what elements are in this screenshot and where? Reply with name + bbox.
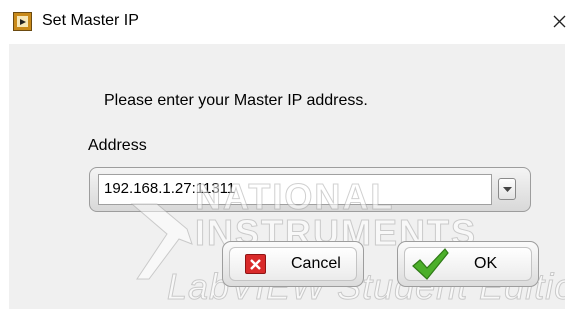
prompt-text: Please enter your Master IP address. (104, 92, 368, 109)
cancel-label: Cancel (291, 255, 341, 272)
labview-vi-icon (13, 12, 32, 31)
dialog-panel: Please enter your Master IP address. Add… (9, 44, 565, 309)
cancel-button[interactable]: Cancel (222, 241, 364, 287)
address-value: 192.168.1.27:11311 (104, 180, 236, 197)
address-input[interactable]: 192.168.1.27:11311 (98, 174, 492, 205)
window-title: Set Master IP (42, 12, 139, 29)
address-combo-box: 192.168.1.27:11311 (89, 167, 531, 212)
address-label: Address (88, 137, 147, 154)
close-button[interactable] (546, 6, 572, 36)
green-check-icon (412, 248, 449, 280)
ok-button[interactable]: OK (397, 241, 539, 287)
address-dropdown-button[interactable] (498, 178, 516, 200)
title-bar: Set Master IP (0, 0, 574, 42)
close-icon (553, 15, 566, 28)
ok-label: OK (474, 255, 498, 272)
red-x-icon (245, 254, 266, 274)
chevron-down-icon (503, 187, 512, 192)
